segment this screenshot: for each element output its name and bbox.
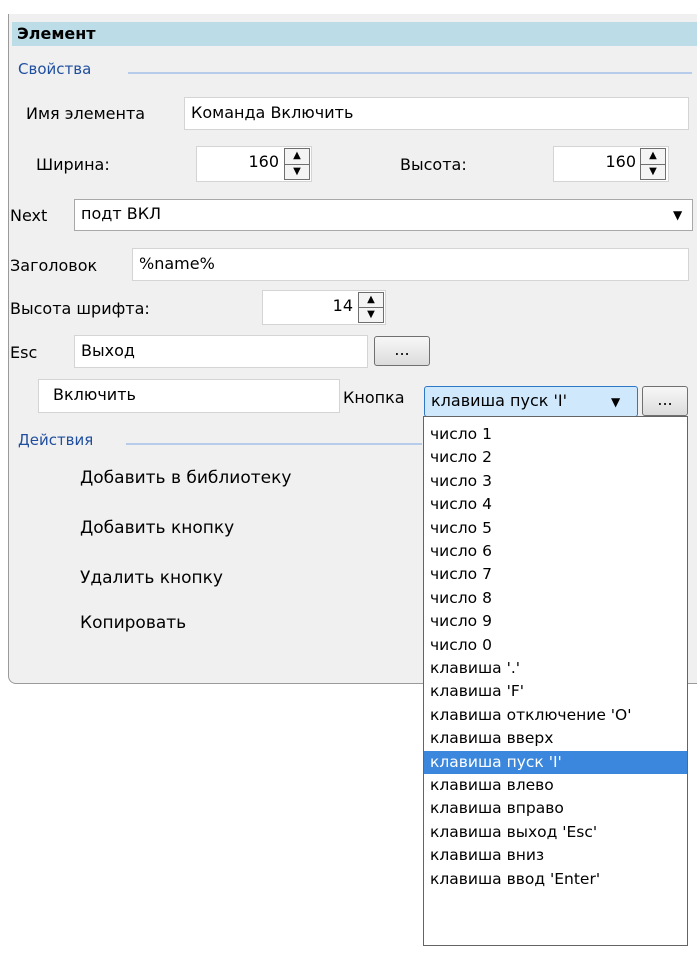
dropdown-option[interactable]: число 6 — [424, 540, 687, 563]
caption-input[interactable]: %name% — [132, 248, 689, 281]
spin-down-icon[interactable]: ▼ — [641, 165, 665, 180]
button-text-input[interactable]: Включить — [38, 379, 340, 413]
chevron-down-icon[interactable]: ▼ — [673, 201, 682, 229]
button-key-browse-button[interactable]: ... — [642, 386, 688, 416]
dropdown-option[interactable]: число 5 — [424, 517, 687, 540]
dropdown-option[interactable]: число 3 — [424, 470, 687, 493]
next-select[interactable]: подт ВКЛ — [74, 199, 693, 231]
spin-up-icon[interactable]: ▲ — [285, 149, 309, 165]
chevron-down-icon[interactable]: ▼ — [611, 388, 620, 416]
dropdown-option[interactable]: число 1 — [424, 423, 687, 446]
esc-input[interactable]: Выход — [74, 335, 368, 368]
width-spinner[interactable]: ▲ ▼ — [284, 148, 310, 180]
caption-label: Заголовок — [10, 256, 98, 275]
button-key-dropdown-list[interactable]: число 1 число 2 число 3 число 4 число 5 число… — [423, 416, 688, 946]
width-label: Ширина: — [36, 155, 110, 174]
dropdown-option[interactable]: число 0 — [424, 634, 687, 657]
element-name-input[interactable]: Команда Включить — [184, 97, 689, 130]
dropdown-option[interactable]: клавиша вверх — [424, 727, 687, 750]
section-actions-label: Действия — [18, 431, 94, 449]
dropdown-option[interactable]: клавиша отключение 'O' — [424, 704, 687, 727]
font-height-label: Высота шрифта: — [10, 299, 150, 318]
dropdown-option[interactable]: клавиша влево — [424, 774, 687, 797]
dropdown-option[interactable]: число 7 — [424, 563, 687, 586]
section-actions-divider — [126, 443, 422, 445]
next-select-value: подт ВКЛ — [81, 204, 162, 223]
dropdown-option[interactable]: клавиша 'F' — [424, 680, 687, 703]
spin-down-icon[interactable]: ▼ — [285, 165, 309, 180]
dropdown-option[interactable]: клавиша ввод 'Enter' — [424, 868, 687, 891]
copy-button[interactable]: Копировать — [80, 613, 186, 633]
spin-up-icon[interactable]: ▲ — [641, 149, 665, 165]
next-label: Next — [10, 206, 48, 225]
button-key-select[interactable]: клавиша пуск 'I' — [424, 386, 638, 417]
dropdown-option[interactable]: клавиша пуск 'I' — [424, 750, 687, 774]
height-label: Высота: — [400, 155, 467, 174]
dropdown-option[interactable]: клавиша вниз — [424, 844, 687, 867]
dropdown-option[interactable]: клавиша выход 'Esc' — [424, 821, 687, 844]
esc-browse-button[interactable]: ... — [374, 336, 430, 366]
dropdown-option[interactable]: число 4 — [424, 493, 687, 516]
spin-down-icon[interactable]: ▼ — [359, 308, 383, 322]
panel-title: Элемент — [12, 22, 697, 46]
dropdown-option[interactable]: число 2 — [424, 446, 687, 469]
add-button-button[interactable]: Добавить кнопку — [80, 518, 234, 538]
button-key-label: Кнопка — [343, 388, 405, 407]
section-properties-label: Свойства — [18, 60, 92, 78]
dropdown-option[interactable]: клавиша вправо — [424, 797, 687, 820]
element-name-label: Имя элемента — [26, 104, 146, 123]
esc-label: Esc — [10, 343, 38, 362]
delete-button-button[interactable]: Удалить кнопку — [80, 568, 223, 588]
dropdown-option[interactable]: число 8 — [424, 587, 687, 610]
dropdown-option[interactable]: число 9 — [424, 610, 687, 633]
section-properties-divider — [128, 72, 692, 74]
add-to-library-button[interactable]: Добавить в библиотеку — [80, 468, 291, 488]
dropdown-option[interactable]: клавиша '.' — [424, 657, 687, 680]
font-height-spinner[interactable]: ▲ ▼ — [358, 292, 384, 323]
spin-up-icon[interactable]: ▲ — [359, 293, 383, 308]
height-spinner[interactable]: ▲ ▼ — [640, 148, 666, 180]
button-key-select-value: клавиша пуск 'I' — [431, 391, 568, 410]
